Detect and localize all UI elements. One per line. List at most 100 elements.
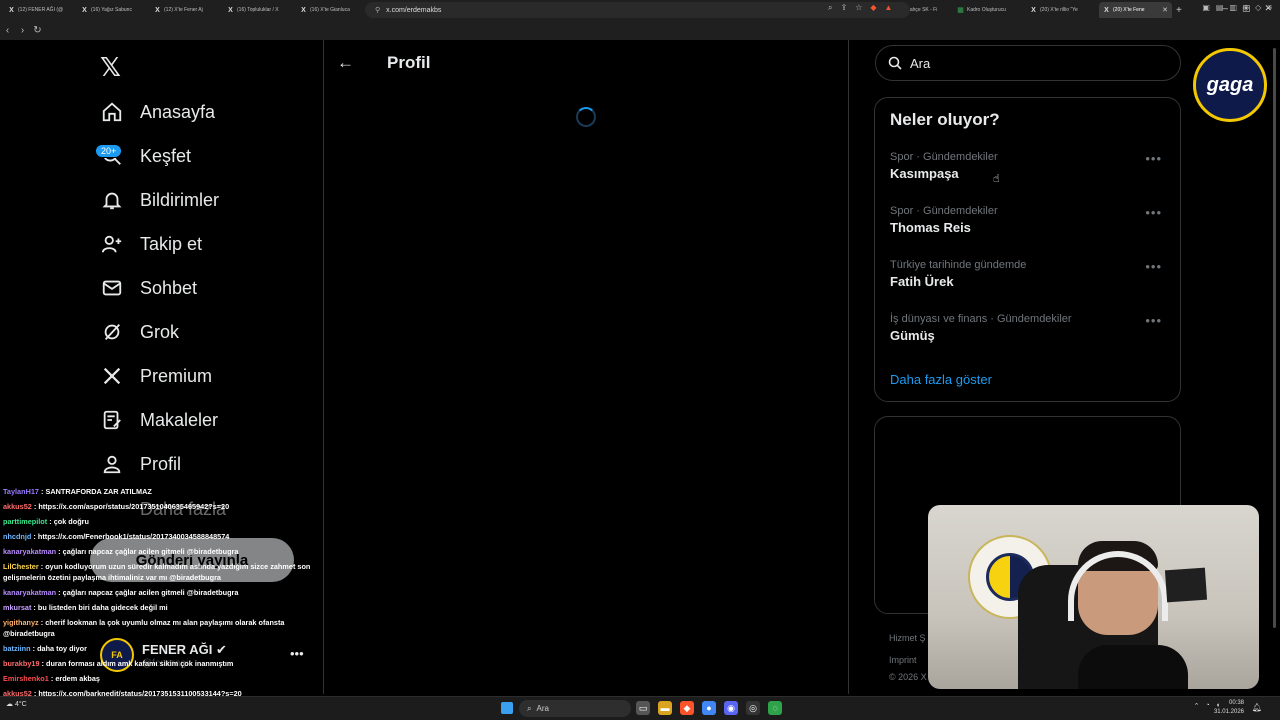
gaga-logo-text: gaga [1206, 73, 1254, 96]
browser-tab-label: (16) Topluluklar / X [237, 7, 279, 13]
nav-item-anasayfa[interactable]: Anasayfa [100, 94, 215, 130]
nav-item-makaleler[interactable]: Makaleler [100, 402, 218, 438]
x-icon: X [155, 6, 160, 14]
discord-icon[interactable]: ◉ [724, 701, 738, 715]
footer-terms-link[interactable]: Hizmet Ş [889, 633, 926, 643]
nav-item-grok[interactable]: Grok [100, 314, 179, 350]
site-info-icon[interactable]: ⚲ [375, 6, 380, 14]
browser-tab[interactable]: X (12) FENER AĞI (@ [4, 2, 77, 18]
trend-item[interactable]: Spor · Gündemdekiler Thomas Reis ••• [890, 205, 1170, 235]
trend-item[interactable]: Türkiye tarihinde gündemde Fatih Ürek ••… [890, 259, 1170, 289]
weather-icon: ☁ [6, 701, 15, 708]
chat-text: oyun kodluyorum uzun süredir kalmadım as… [3, 562, 311, 582]
browser-tab-label: (20) X'te Fene [1113, 7, 1145, 13]
show-more-link[interactable]: Daha fazla göster [890, 372, 992, 387]
browser-tab[interactable]: ▦ Kadro Oluşturucu [953, 2, 1026, 18]
trend-item[interactable]: Spor · Gündemdekiler Kasımpaşa ••• [890, 151, 1170, 181]
browser-tab[interactable]: X (16) X'te Gianluca [296, 2, 369, 18]
nav-item-label: Makaleler [140, 409, 219, 430]
new-tab-icon[interactable]: + [1176, 5, 1182, 16]
chat-text: çok doğru [53, 517, 89, 526]
task-view-icon[interactable]: ▭ [636, 701, 650, 715]
x-logo-icon[interactable]: 𝕏 [100, 52, 121, 83]
brave-browser-icon[interactable]: ◆ [680, 701, 694, 715]
chat-message: mkursat : bu listeden biri daha gidecek … [0, 600, 323, 615]
x-icon: X [301, 6, 306, 14]
nav-item-premium[interactable]: Premium [100, 358, 212, 394]
brave-shield-icon[interactable]: ◆ [870, 3, 876, 13]
back-nav-icon[interactable]: ‹ [0, 25, 15, 36]
app-icon[interactable]: ◌ [768, 701, 782, 715]
column-divider [323, 40, 324, 694]
clock-date: 31.01.2026 [1213, 709, 1244, 715]
scrollbar-thumb[interactable] [1273, 48, 1276, 628]
nav-item-sohbet[interactable]: Sohbet [100, 270, 197, 306]
home-icon [100, 100, 124, 124]
person-body [1078, 645, 1188, 689]
notifications-icon[interactable]: 🔔︎ [1252, 703, 1262, 712]
footer-imprint-link[interactable]: Imprint [889, 655, 917, 665]
clock[interactable]: 00:38 31.01.2026 [1214, 699, 1244, 717]
browser-tab[interactable]: X (16) Topluluklar / X [223, 2, 296, 18]
chat-message: yigithanyz : cherif lookman la çok uyuml… [0, 615, 323, 641]
more-options-icon[interactable]: ••• [1145, 313, 1162, 328]
taskbar-search[interactable]: ⌕ Ara [519, 700, 631, 717]
chat-message: TaylanH17 : SANTRAFORDA ZAR ATILMAZ [0, 484, 323, 499]
chat-text: SANTRAFORDA ZAR ATILMAZ [45, 487, 152, 496]
reload-icon[interactable]: ↻ [30, 25, 45, 36]
weather-widget[interactable]: ☁ 4°C [6, 700, 27, 708]
browser-tab[interactable]: X (20) X'te Fene ✕ [1099, 2, 1172, 18]
chat-username: yigithanyz [3, 618, 39, 627]
file-explorer-icon[interactable]: ▬ [658, 701, 672, 715]
trend-name: Fatih Ürek [890, 274, 954, 289]
browser-tab[interactable]: X (12) X'te Fener Aj [150, 2, 223, 18]
zoom-icon[interactable]: ⌕ [828, 3, 832, 13]
chat-username: kanaryakatman [3, 547, 57, 556]
more-options-icon[interactable]: ••• [1145, 259, 1162, 274]
more-options-icon[interactable]: ••• [1145, 151, 1162, 166]
x-icon: X [1104, 6, 1109, 14]
start-button[interactable] [501, 702, 513, 714]
app-icon[interactable]: ◎ [746, 701, 760, 715]
vpn-icon[interactable]: ◇ [1255, 3, 1261, 12]
trend-item[interactable]: İş dünyası ve finans · Gündemdekiler Güm… [890, 313, 1170, 343]
nav-item-label: Sohbet [140, 277, 198, 298]
nav-item-profil[interactable]: Profil [100, 446, 181, 482]
browser-tab[interactable]: X (16) Yağız Sabunc [77, 2, 150, 18]
browser-tab-label: Kadro Oluşturucu [967, 7, 1006, 13]
nav-item-label: Grok [140, 321, 180, 342]
close-tab-icon[interactable]: ✕ [1162, 6, 1168, 14]
share-icon[interactable]: ⇪ [840, 3, 847, 13]
tray-chevron-icon[interactable]: ⌃ [1194, 702, 1200, 710]
chat-text: duran forması aldım amk kafamı sikim çok… [46, 659, 234, 668]
rewards-icon[interactable]: ▲ [885, 3, 893, 13]
nav-item-bildirimler[interactable]: Bildirimler [100, 182, 219, 218]
chat-text: cherif lookman la çok uyumlu olmaz mı al… [3, 618, 285, 638]
search-input[interactable]: Ara [875, 45, 1181, 81]
chat-message: nhcdnjd : https://x.com/Fenerbook1/statu… [0, 529, 323, 544]
nav-item-label: Bildirimler [140, 189, 220, 210]
wallet-icon[interactable]: ◈ [1243, 3, 1249, 12]
chat-username: akkus52 [3, 502, 32, 511]
chat-username: LilChester [3, 562, 39, 571]
extension-icon[interactable]: ▣ [1202, 3, 1210, 12]
trend-name: Gümüş [890, 328, 935, 343]
person-icon [100, 452, 124, 476]
network-icon[interactable]: ◔ [1206, 702, 1210, 710]
back-arrow-icon[interactable]: ← [337, 53, 354, 73]
more-options-icon[interactable]: ••• [1145, 205, 1162, 220]
chrome-icon[interactable]: ● [702, 701, 716, 715]
extension-icon[interactable]: ▤ [1216, 3, 1224, 12]
wall-sign [1164, 567, 1208, 603]
nav-item-label: Anasayfa [140, 101, 216, 122]
bookmark-icon[interactable]: ☆ [855, 3, 862, 13]
trend-meta: İş dünyası ve finans · Gündemdekiler [890, 313, 1072, 325]
nav-item-takip-et[interactable]: Takip et [100, 226, 202, 262]
sidebar-icon[interactable]: ▥ [1229, 3, 1237, 12]
chat-username: nhcdnjd [3, 532, 32, 541]
forward-nav-icon[interactable]: › [15, 25, 30, 36]
article-icon [100, 408, 124, 432]
browser-tab[interactable]: X (20) X'te rillio "Ye [1026, 2, 1099, 18]
gaga-logo: gaga [1193, 48, 1267, 122]
menu-icon[interactable]: ≡ [1267, 3, 1272, 12]
